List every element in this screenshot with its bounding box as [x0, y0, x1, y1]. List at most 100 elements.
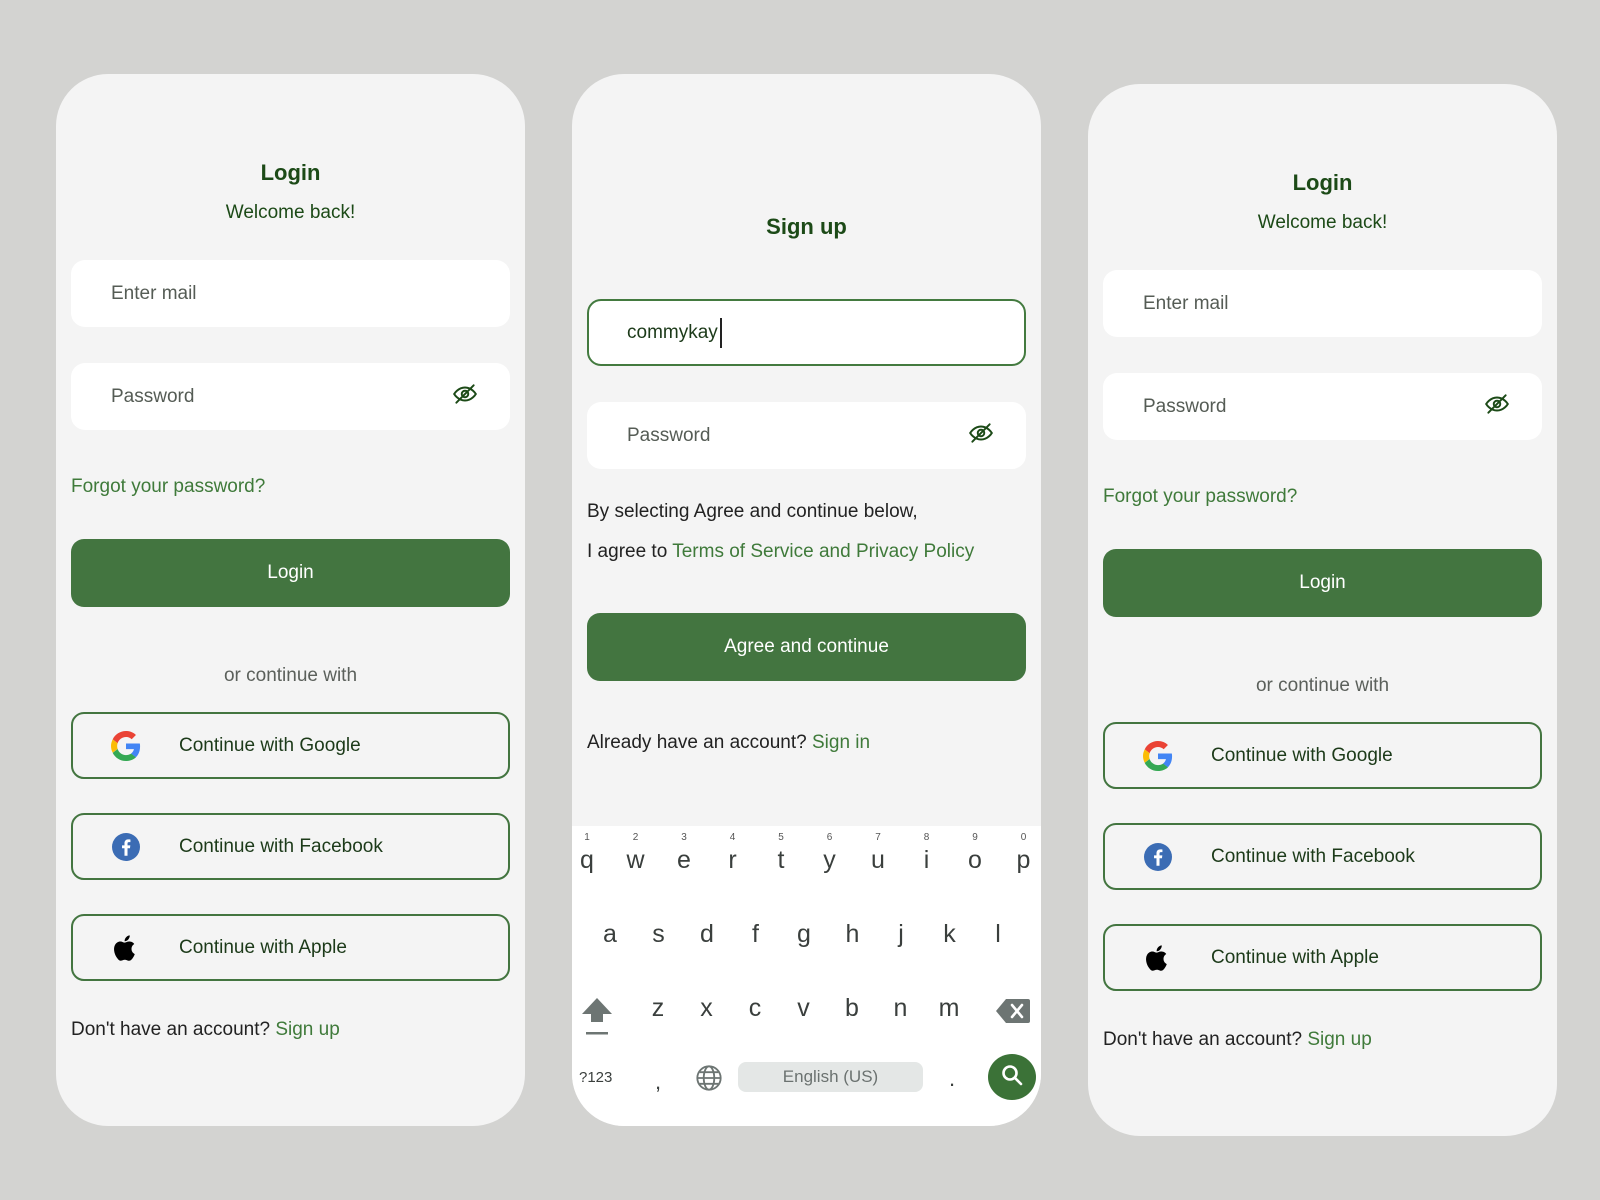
- facebook-button-label: Continue with Facebook: [179, 835, 383, 857]
- terms-link[interactable]: Terms of Service and Privacy Policy: [672, 541, 974, 562]
- key-o[interactable]: o9: [955, 832, 995, 875]
- login-screen-left: Login Welcome back! Enter mail Password …: [56, 74, 525, 1126]
- signup-screen: Sign up commykay Password By selecting A…: [572, 74, 1041, 1126]
- key-b[interactable]: b: [832, 994, 872, 1023]
- eye-off-icon[interactable]: [968, 420, 993, 451]
- key-number-hint: 4: [729, 832, 736, 843]
- space-bar[interactable]: English (US): [738, 1062, 923, 1092]
- key-number-hint: 1: [584, 832, 590, 843]
- apple-icon: [109, 931, 143, 965]
- key-m[interactable]: m: [929, 994, 969, 1023]
- text-cursor: [719, 317, 722, 348]
- key-number-hint: 9: [972, 832, 978, 843]
- page-subtitle: Welcome back!: [225, 202, 356, 223]
- signin-prompt-text: Already have an account?: [587, 732, 807, 753]
- key-g[interactable]: g: [784, 920, 824, 949]
- signin-prompt: Already have an account? Sign in: [587, 732, 870, 754]
- apple-button[interactable]: Continue with Apple: [1103, 924, 1542, 991]
- key-s[interactable]: s: [639, 920, 679, 949]
- key-f[interactable]: f: [736, 920, 776, 949]
- key-number-hint: 3: [681, 832, 687, 843]
- username-value: commykay: [627, 317, 722, 348]
- google-button-label: Continue with Google: [179, 734, 361, 756]
- facebook-button-label: Continue with Facebook: [1211, 845, 1415, 867]
- key-t[interactable]: t5: [761, 832, 801, 875]
- shift-icon[interactable]: [580, 994, 614, 1043]
- page-title: Login: [260, 160, 321, 185]
- google-button[interactable]: Continue with Google: [71, 712, 510, 779]
- key-v[interactable]: v: [784, 994, 824, 1023]
- key-x[interactable]: x: [687, 994, 727, 1023]
- username-field[interactable]: commykay: [587, 299, 1026, 366]
- key-k[interactable]: k: [930, 920, 970, 949]
- key-j[interactable]: j: [881, 920, 921, 949]
- keyboard-row-2: asdfghjkl: [572, 920, 1041, 970]
- key-a[interactable]: a: [590, 920, 630, 949]
- signup-link[interactable]: Sign up: [275, 1019, 339, 1040]
- email-field[interactable]: Enter mail: [71, 260, 510, 327]
- key-z[interactable]: z: [638, 994, 678, 1023]
- search-key[interactable]: [988, 1054, 1036, 1100]
- page-title: Login: [1292, 170, 1353, 195]
- login-button[interactable]: Login: [1103, 549, 1542, 617]
- key-number-hint: 0: [1020, 832, 1027, 843]
- facebook-button[interactable]: Continue with Facebook: [1103, 823, 1542, 890]
- keyboard-row-3: zxcvbnm: [572, 994, 1041, 1044]
- google-icon: [109, 729, 143, 763]
- facebook-icon: [109, 830, 143, 864]
- globe-icon[interactable]: [695, 1064, 723, 1097]
- key-l[interactable]: l: [978, 920, 1018, 949]
- key-y[interactable]: y6: [810, 832, 850, 875]
- key-h[interactable]: h: [833, 920, 873, 949]
- divider-text: or continue with: [223, 665, 358, 686]
- period-key[interactable]: .: [949, 1066, 955, 1092]
- backspace-icon[interactable]: [996, 998, 1030, 1029]
- email-placeholder: Enter mail: [1143, 292, 1229, 314]
- password-placeholder: Password: [111, 385, 195, 407]
- page-title: Sign up: [766, 214, 847, 239]
- facebook-button[interactable]: Continue with Facebook: [71, 813, 510, 880]
- signin-link[interactable]: Sign in: [812, 732, 870, 753]
- password-placeholder: Password: [1143, 395, 1227, 417]
- eye-off-icon[interactable]: [452, 381, 477, 412]
- google-icon: [1141, 739, 1175, 773]
- password-field[interactable]: Password: [587, 402, 1026, 469]
- google-button[interactable]: Continue with Google: [1103, 722, 1542, 789]
- key-c[interactable]: c: [735, 994, 775, 1023]
- key-q[interactable]: q1: [572, 832, 607, 875]
- key-e[interactable]: e3: [664, 832, 704, 875]
- apple-button-label: Continue with Apple: [179, 936, 347, 958]
- search-icon: [1000, 1063, 1024, 1092]
- keyboard-row-1: q1w2e3r4t5y6u7i8o9p0: [572, 832, 1042, 896]
- password-field[interactable]: Password: [1103, 373, 1542, 440]
- signup-prompt: Don't have an account? Sign up: [71, 1019, 340, 1041]
- signup-prompt-text: Don't have an account?: [71, 1019, 271, 1040]
- comma-key[interactable]: ,: [655, 1069, 661, 1095]
- key-r[interactable]: r4: [713, 832, 753, 875]
- symbols-key[interactable]: ?123: [579, 1069, 612, 1086]
- key-d[interactable]: d: [687, 920, 727, 949]
- on-screen-keyboard: q1w2e3r4t5y6u7i8o9p0 asdfghjkl zxcvbnm ?…: [572, 826, 1041, 1126]
- key-n[interactable]: n: [881, 994, 921, 1023]
- terms-line-2: I agree to Terms of Service and Privacy …: [587, 541, 975, 562]
- email-placeholder: Enter mail: [111, 282, 197, 304]
- key-u[interactable]: u7: [858, 832, 898, 875]
- apple-button[interactable]: Continue with Apple: [71, 914, 510, 981]
- key-number-hint: 8: [923, 832, 930, 843]
- key-number-hint: 6: [826, 832, 833, 843]
- login-screen-right: Login Welcome back! Enter mail Password …: [1088, 84, 1557, 1136]
- terms-text: By selecting Agree and continue below, I…: [587, 492, 974, 572]
- eye-off-icon[interactable]: [1484, 391, 1509, 422]
- email-field[interactable]: Enter mail: [1103, 270, 1542, 337]
- login-button[interactable]: Login: [71, 539, 510, 607]
- key-p[interactable]: p0: [1004, 832, 1042, 875]
- apple-button-label: Continue with Apple: [1211, 946, 1379, 968]
- forgot-password-link[interactable]: Forgot your password?: [1103, 486, 1297, 508]
- agree-continue-button[interactable]: Agree and continue: [587, 613, 1026, 681]
- google-button-label: Continue with Google: [1211, 744, 1393, 766]
- key-w[interactable]: w2: [616, 832, 656, 875]
- forgot-password-link[interactable]: Forgot your password?: [71, 476, 265, 498]
- key-i[interactable]: i8: [907, 832, 947, 875]
- password-field[interactable]: Password: [71, 363, 510, 430]
- signup-link[interactable]: Sign up: [1307, 1029, 1371, 1050]
